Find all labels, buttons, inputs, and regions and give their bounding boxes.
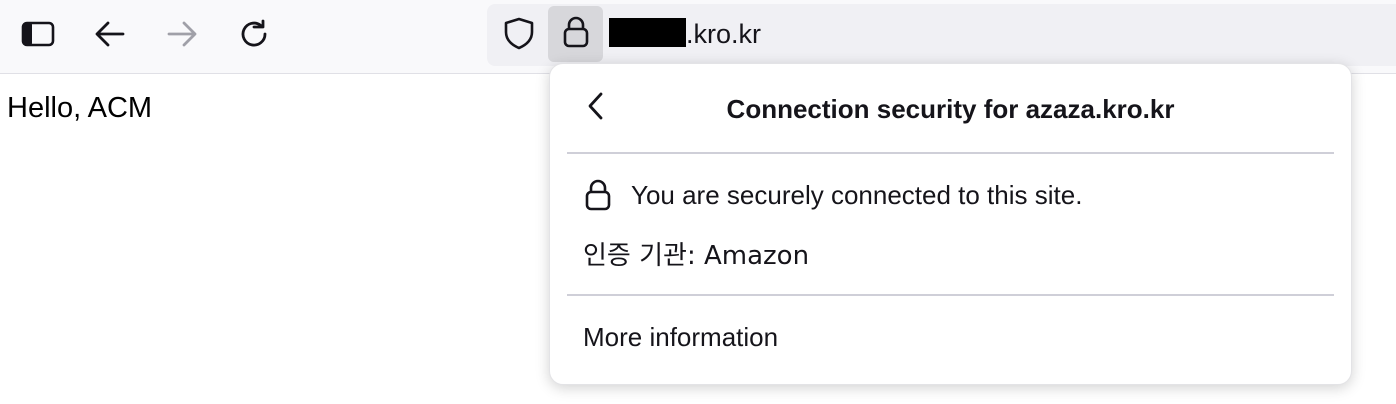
divider [567,152,1334,154]
arrow-right-icon [166,20,198,48]
sidebar-toggle-icon [21,21,55,47]
connection-security-panel: Connection security for azaza.kro.kr You… [549,63,1352,385]
sidebar-toggle-button[interactable] [20,16,56,52]
more-information-button[interactable]: More information [583,320,778,354]
redacted-url-segment [609,18,686,47]
lock-icon [562,15,590,54]
reload-icon [238,18,270,50]
url-domain-text[interactable]: .kro.kr [686,18,761,50]
lock-icon [584,178,612,212]
chevron-left-icon [586,91,606,126]
shield-icon [503,16,535,55]
panel-title: Connection security for azaza.kro.kr [726,94,1175,124]
certificate-issuer-text: 인증 기관: Amazon [583,241,810,271]
page-body-text: Hello, ACM [7,92,153,124]
panel-back-button[interactable] [576,88,616,128]
reload-button[interactable] [236,16,272,52]
back-button[interactable] [92,16,128,52]
tracking-protection-button[interactable] [497,13,541,57]
arrow-left-icon [94,20,126,48]
forward-button[interactable] [164,16,200,52]
divider [567,294,1334,296]
connection-status-text: You are securely connected to this site. [631,180,1083,210]
site-info-button[interactable] [548,6,603,62]
